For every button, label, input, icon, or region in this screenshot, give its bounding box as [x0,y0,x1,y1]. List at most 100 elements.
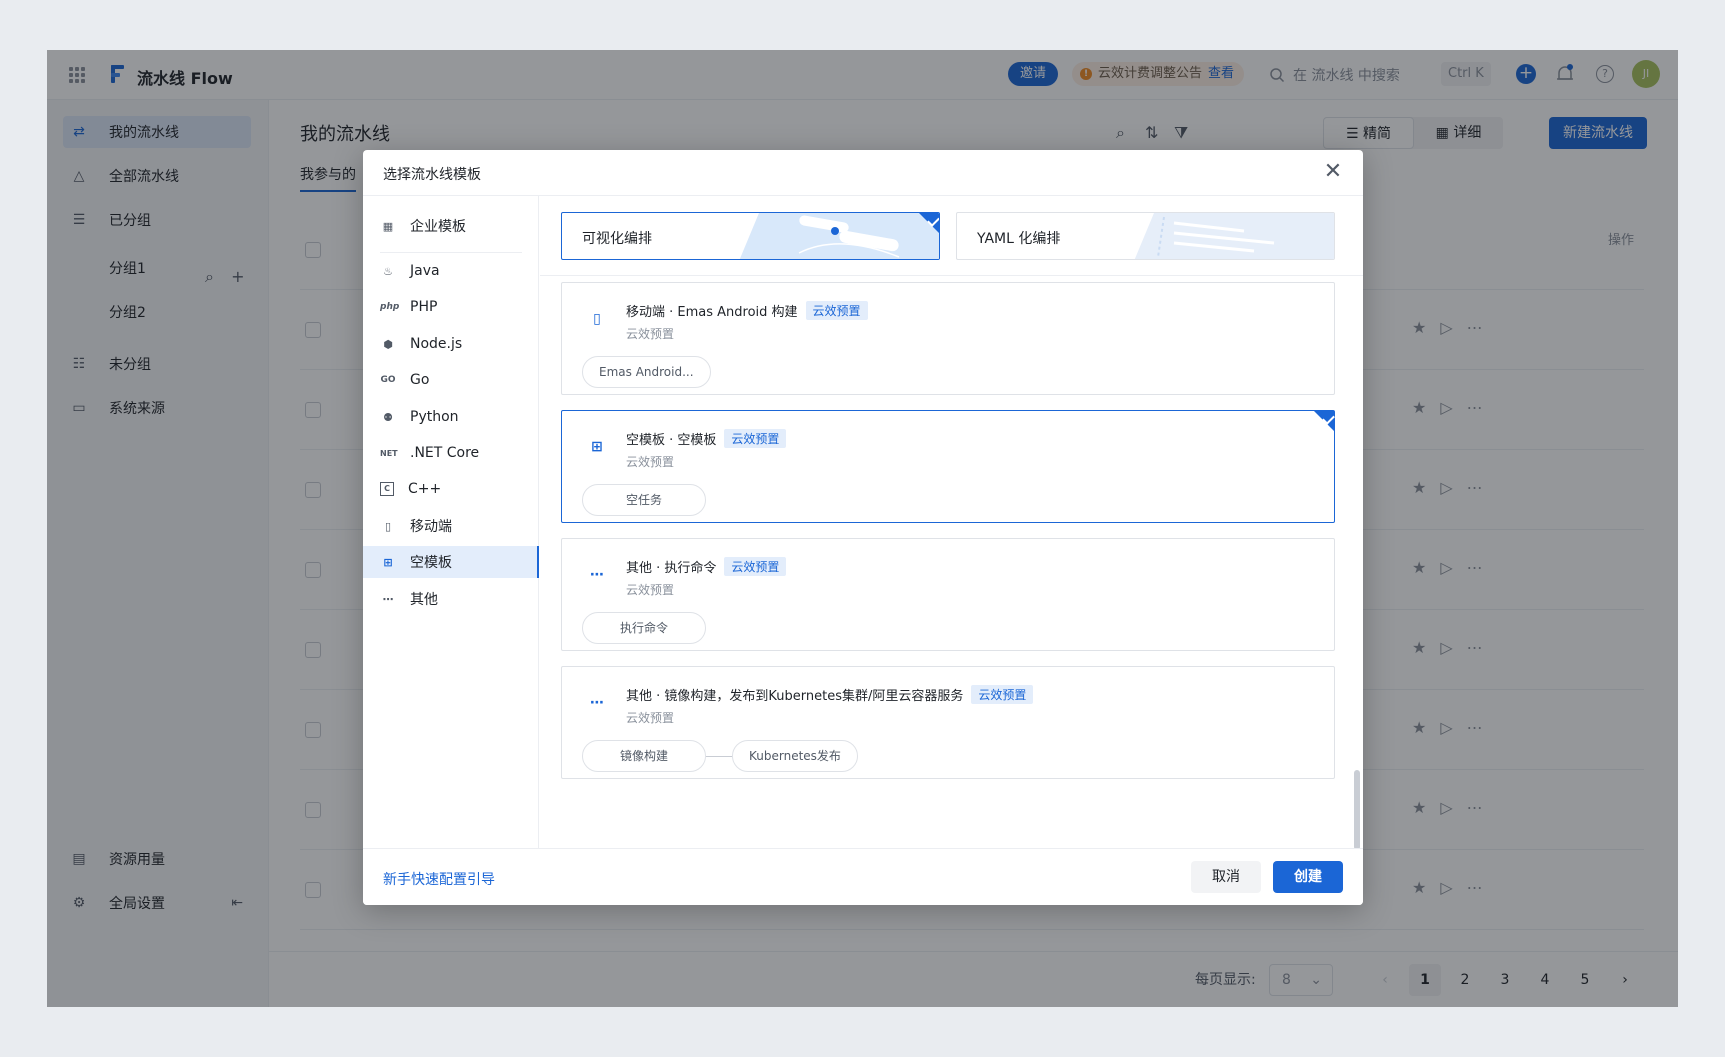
category-mobile[interactable]: ▯ 移动端 [363,510,539,542]
help-icon[interactable]: ? [1596,65,1614,83]
tab-participated[interactable]: 我参与的 [300,164,356,192]
add-group-icon[interactable]: + [231,267,244,286]
template-card-k8s[interactable]: ⋯ 其他 · 镜像构建，发布到Kubernetes集群/阿里云容器服务 云效预置 … [561,666,1335,779]
run-icon[interactable]: ▷ [1440,318,1452,337]
next-page-icon[interactable]: › [1609,964,1641,996]
step-node: Emas Android... [582,356,711,388]
template-card-emas[interactable]: ▯ 移动端 · Emas Android 构建 云效预置 云效预置 Emas An… [561,282,1335,395]
sidebar-item-system-source[interactable]: ▭ 系统来源 [63,392,251,424]
star-icon[interactable]: ★ [1412,318,1426,337]
star-icon[interactable]: ★ [1412,718,1426,737]
run-icon[interactable]: ▷ [1440,398,1452,417]
page-1[interactable]: 1 [1409,964,1441,996]
global-search[interactable]: 在 流水线 中搜索 Ctrl K [1269,62,1539,88]
star-icon[interactable]: ★ [1412,398,1426,417]
invite-button[interactable]: 邀请 [1008,62,1059,86]
sidebar-group-1[interactable]: 分组1 [109,258,146,278]
scrollbar-thumb[interactable] [1354,770,1360,850]
more-icon[interactable]: ⋯ [1467,318,1483,337]
app-grid-icon[interactable] [69,67,85,83]
star-icon[interactable]: ★ [1412,798,1426,817]
sidebar-item-my-pipelines[interactable]: ⇄ 我的流水线 [63,116,251,148]
quick-guide-link[interactable]: 新手快速配置引导 [383,869,495,889]
sidebar-item-global-settings[interactable]: ⚙ 全局设置 ⇤ [63,887,251,919]
row-checkbox[interactable] [305,402,321,418]
category-nodejs[interactable]: ⬢ Node.js [363,328,539,360]
more-icon[interactable]: ⋯ [1467,798,1483,817]
run-icon[interactable]: ▷ [1440,878,1452,897]
template-scrollbar[interactable] [1354,200,1360,850]
star-icon[interactable]: ★ [1412,478,1426,497]
more-icon[interactable]: ⋯ [1467,878,1483,897]
row-checkbox[interactable] [305,802,321,818]
notice-link[interactable]: 查看 [1208,62,1234,86]
run-icon[interactable]: ▷ [1440,718,1452,737]
sidebar-item-all-pipelines[interactable]: △ 全部流水线 [63,160,251,192]
category-blank[interactable]: ⊞ 空模板 [363,546,539,578]
sidebar-item-grouped[interactable]: ☰ 已分组 [63,204,251,236]
template-card-blank[interactable]: ⊞ 空模板 · 空模板 云效预置 云效预置 空任务 [561,410,1335,523]
row-checkbox[interactable] [305,482,321,498]
category-label: 企业模板 [410,219,466,235]
notice-banner[interactable]: ! 云效计费调整公告 查看 [1072,62,1245,86]
sidebar-item-ungrouped[interactable]: ☷ 未分组 [63,348,251,380]
row-checkbox[interactable] [305,322,321,338]
mode-visual-card[interactable]: 可视化编排 [561,212,940,260]
template-source: 云效预置 [626,711,675,725]
collapse-sidebar-icon[interactable]: ⇤ [231,895,243,911]
row-checkbox[interactable] [305,722,321,738]
category-java[interactable]: ♨ Java [363,255,539,287]
view-compact-button[interactable]: ☰ 精简 [1323,117,1414,149]
page-5[interactable]: 5 [1569,964,1601,996]
run-icon[interactable]: ▷ [1440,478,1452,497]
avatar[interactable]: JI [1632,60,1660,88]
row-checkbox[interactable] [305,642,321,658]
sort-icon[interactable]: ⇅ [1145,123,1158,142]
create-plus-icon[interactable]: + [1516,64,1536,84]
page-3[interactable]: 3 [1489,964,1521,996]
per-page-select[interactable]: 8 ⌄ [1269,964,1333,996]
mode-yaml-card[interactable]: YAML 化编排 [956,212,1335,260]
run-icon[interactable]: ▷ [1440,638,1452,657]
run-icon[interactable]: ▷ [1440,558,1452,577]
category-python[interactable]: ⚉ Python [363,401,539,433]
mode-visual-label: 可视化编排 [582,231,652,247]
category-enterprise[interactable]: ▦ 企业模板 [363,210,539,242]
more-icon[interactable]: ⋯ [1467,638,1483,657]
category-dotnet[interactable]: NET .NET Core [363,437,539,469]
close-icon[interactable]: ✕ [1321,160,1345,184]
template-steps: Emas Android... [582,356,711,388]
category-other[interactable]: ⋯ 其他 [363,583,539,615]
warning-icon: ! [1080,68,1092,80]
category-cpp[interactable]: C C++ [363,473,539,505]
cancel-button[interactable]: 取消 [1191,861,1261,893]
row-checkbox[interactable] [305,242,321,258]
create-button[interactable]: 创建 [1273,861,1343,893]
run-icon[interactable]: ▷ [1440,798,1452,817]
new-pipeline-button[interactable]: 新建流水线 [1549,117,1647,149]
prev-page-icon[interactable]: ‹ [1369,964,1401,996]
view-detail-button[interactable]: ▦ 详细 [1414,117,1503,149]
star-icon[interactable]: ★ [1412,638,1426,657]
star-icon[interactable]: ★ [1412,558,1426,577]
category-go[interactable]: GO Go [363,364,539,396]
filter-icon[interactable]: ⧩ [1174,123,1188,143]
page-2[interactable]: 2 [1449,964,1481,996]
more-icon[interactable]: ⋯ [1467,398,1483,417]
row-checkbox[interactable] [305,562,321,578]
brand-name[interactable]: 流水线 Flow [137,65,233,89]
bell-icon[interactable] [1555,63,1575,85]
category-php[interactable]: php PHP [363,291,539,323]
more-icon[interactable]: ⋯ [1467,718,1483,737]
more-icon[interactable]: ⋯ [1467,478,1483,497]
row-checkbox[interactable] [305,882,321,898]
search-group-icon[interactable]: ⌕ [205,267,214,286]
template-card-command[interactable]: ⋯ 其他 · 执行命令 云效预置 云效预置 执行命令 [561,538,1335,651]
sidebar-group-2[interactable]: 分组2 [109,302,146,322]
star-icon[interactable]: ★ [1412,878,1426,897]
page-4[interactable]: 4 [1529,964,1561,996]
view-detail-label: 详细 [1453,125,1482,141]
sidebar-item-resource-usage[interactable]: ▤ 资源用量 [63,843,251,875]
more-icon[interactable]: ⋯ [1467,558,1483,577]
search-icon[interactable]: ⌕ [1116,123,1125,143]
